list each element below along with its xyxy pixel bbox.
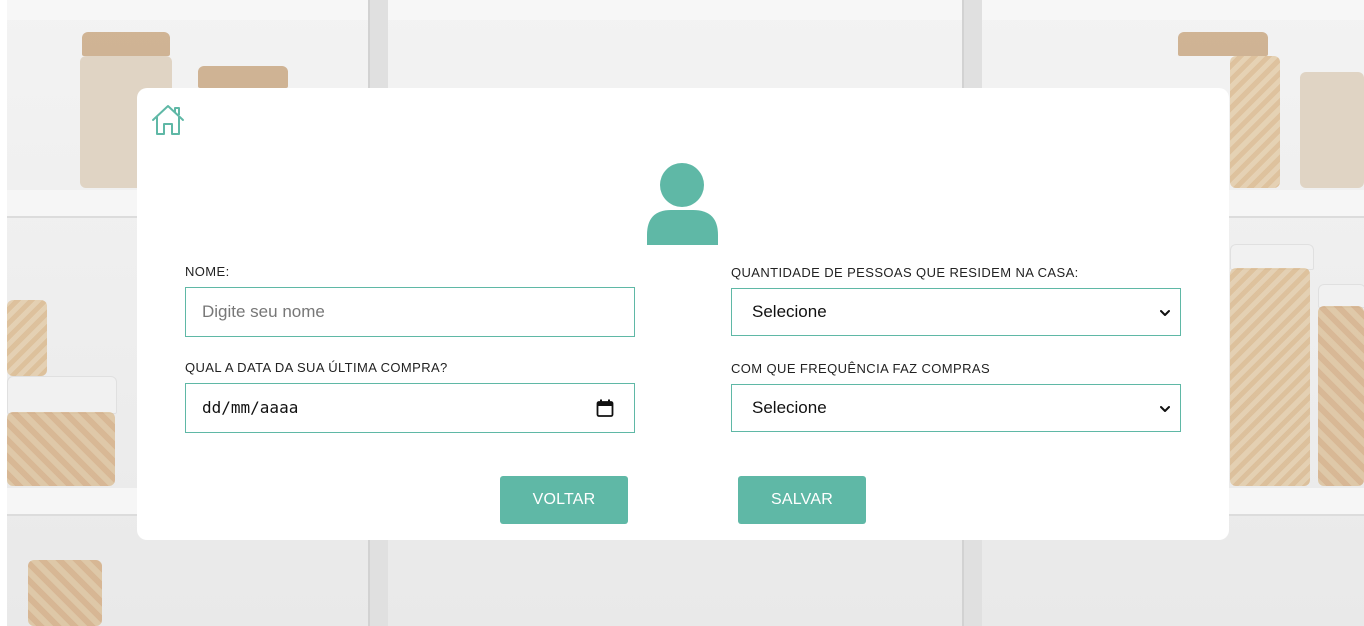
name-input[interactable]: Digite seu nome	[185, 287, 635, 337]
date-label: QUAL A DATA DA SUA ÚLTIMA COMPRA?	[185, 360, 448, 375]
back-button[interactable]: VOLTAR	[500, 476, 628, 524]
home-icon	[152, 105, 184, 135]
jar	[1318, 306, 1364, 486]
frequency-field-group: COM QUE FREQUÊNCIA FAZ COMPRAS	[731, 361, 990, 377]
jar-lid	[7, 376, 117, 414]
jar-lid	[82, 32, 170, 56]
frequency-select-value: Selecione	[752, 398, 827, 417]
people-label: QUANTIDADE DE PESSOAS QUE RESIDEM NA CAS…	[731, 265, 1079, 280]
date-input[interactable]: dd/mm/aaaa	[185, 383, 635, 433]
background-top-shelf	[0, 0, 1364, 20]
form-card: NOME: Digite seu nome QUAL A DATA DA SUA…	[137, 88, 1229, 540]
save-button[interactable]: SALVAR	[738, 476, 866, 524]
people-select[interactable]: Selecione	[731, 288, 1181, 336]
user-avatar-icon	[647, 163, 719, 245]
home-button[interactable]	[151, 103, 185, 137]
jar	[7, 412, 115, 486]
people-select-value: Selecione	[752, 302, 827, 321]
jar-lid	[198, 66, 288, 88]
frequency-label: COM QUE FREQUÊNCIA FAZ COMPRAS	[731, 361, 991, 376]
frequency-select[interactable]: Selecione	[731, 384, 1181, 432]
jar	[1230, 56, 1280, 188]
calendar-icon[interactable]	[596, 399, 614, 417]
background-edge	[0, 0, 7, 626]
jar-lid	[1178, 32, 1268, 56]
people-field-group: QUANTIDADE DE PESSOAS QUE RESIDEM NA CAS…	[731, 265, 1079, 281]
jar-lid	[1318, 284, 1364, 308]
jar-lid	[1230, 244, 1314, 270]
chevron-down-icon	[1160, 406, 1170, 412]
chevron-down-icon	[1160, 310, 1170, 316]
date-input-value: dd/mm/aaaa	[202, 398, 299, 417]
jar	[7, 300, 47, 376]
date-field-group: QUAL A DATA DA SUA ÚLTIMA COMPRA?	[185, 360, 448, 376]
jar	[1230, 268, 1310, 486]
name-label: NOME:	[185, 264, 230, 279]
jar	[1300, 72, 1364, 188]
bottle	[28, 560, 102, 626]
name-field-group: NOME:	[185, 264, 230, 280]
